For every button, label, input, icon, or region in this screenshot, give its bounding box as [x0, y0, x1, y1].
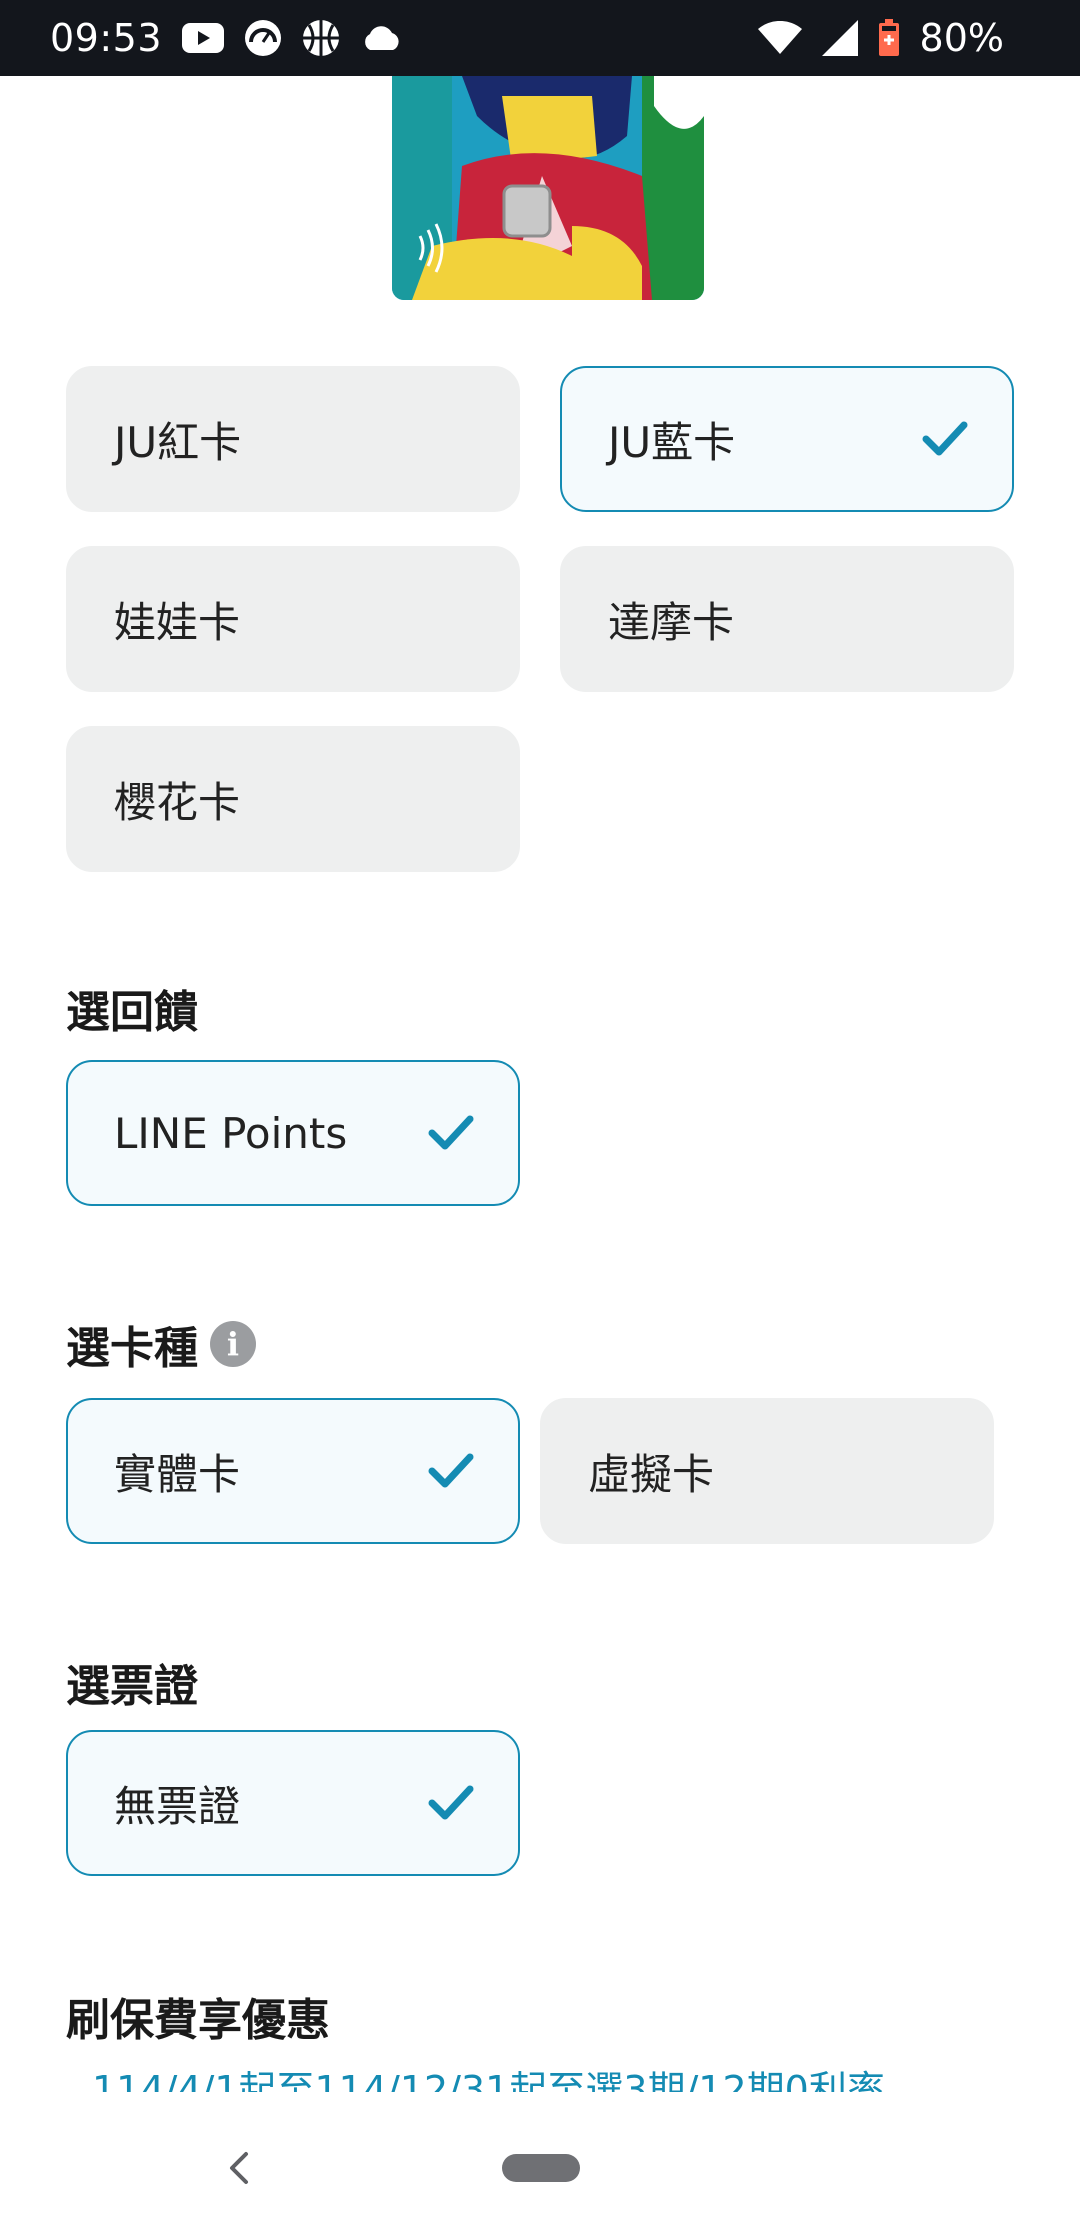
card-option-doll[interactable]: 娃娃卡: [66, 546, 520, 692]
card-type-section-title: 選卡種 i: [66, 1312, 256, 1376]
status-bar-left: 09:53: [50, 16, 402, 60]
reward-option-label: LINE Points: [114, 1108, 348, 1158]
card-option-ju-blue[interactable]: JU藍卡: [560, 366, 1014, 512]
wifi-icon: [757, 21, 802, 55]
card-type-option-label: 實體卡: [114, 1449, 241, 1499]
card-type-option-physical[interactable]: 實體卡: [66, 1398, 520, 1544]
card-option-label: 娃娃卡: [114, 597, 241, 647]
card-option-sakura[interactable]: 櫻花卡: [66, 726, 520, 872]
card-option-label: JU紅卡: [114, 417, 242, 467]
battery-icon: [878, 19, 900, 57]
navigation-bar: [0, 2092, 1080, 2220]
reward-title-text: 選回饋: [66, 987, 198, 1038]
ticket-option-label: 無票證: [114, 1781, 241, 1831]
signal-icon: [821, 20, 858, 56]
promo-text-content: 114/4/1起至114/12/31起至選3期/12期0利率: [92, 2070, 885, 2092]
card-type-title-text: 選卡種: [66, 1323, 198, 1374]
battery-percent: 80%: [919, 16, 1004, 60]
back-icon[interactable]: [224, 2148, 254, 2188]
youtube-icon: [182, 23, 225, 53]
card-type-option-virtual[interactable]: 虛擬卡: [540, 1398, 994, 1544]
card-image: [392, 76, 704, 300]
reward-option-line-points[interactable]: LINE Points: [66, 1060, 520, 1206]
basketball-icon: [302, 19, 340, 57]
info-icon[interactable]: i: [210, 1321, 256, 1367]
card-option-label: 達摩卡: [608, 597, 735, 647]
card-type-option-label: 虛擬卡: [588, 1449, 715, 1499]
ticket-option-none[interactable]: 無票證: [66, 1730, 520, 1876]
insurance-title-text: 刷保費享優惠: [66, 1995, 330, 2046]
ticket-title-text: 選票證: [66, 1661, 198, 1712]
insurance-promo-text[interactable]: 114/4/1起至114/12/31起至選3期/12期0利率: [92, 2070, 992, 2092]
reward-section-title: 選回饋: [66, 976, 198, 1040]
status-bar: 09:53 80%: [0, 0, 1080, 76]
home-handle[interactable]: [502, 2154, 580, 2182]
status-bar-right: 80%: [757, 16, 1004, 60]
ticket-section-title: 選票證: [66, 1650, 198, 1714]
insurance-section-title: 刷保費享優惠: [66, 1984, 330, 2048]
card-option-label: 櫻花卡: [114, 777, 241, 827]
card-option-ju-red[interactable]: JU紅卡: [66, 366, 520, 512]
card-option-daruma[interactable]: 達摩卡: [560, 546, 1014, 692]
checkmark-icon: [428, 1115, 474, 1150]
checkmark-icon: [428, 1785, 474, 1820]
checkmark-icon: [428, 1453, 474, 1488]
speedometer-icon: [244, 19, 282, 57]
cloud-icon: [360, 24, 402, 52]
card-option-label: JU藍卡: [608, 417, 736, 467]
checkmark-icon: [922, 421, 968, 456]
status-time: 09:53: [50, 16, 163, 60]
